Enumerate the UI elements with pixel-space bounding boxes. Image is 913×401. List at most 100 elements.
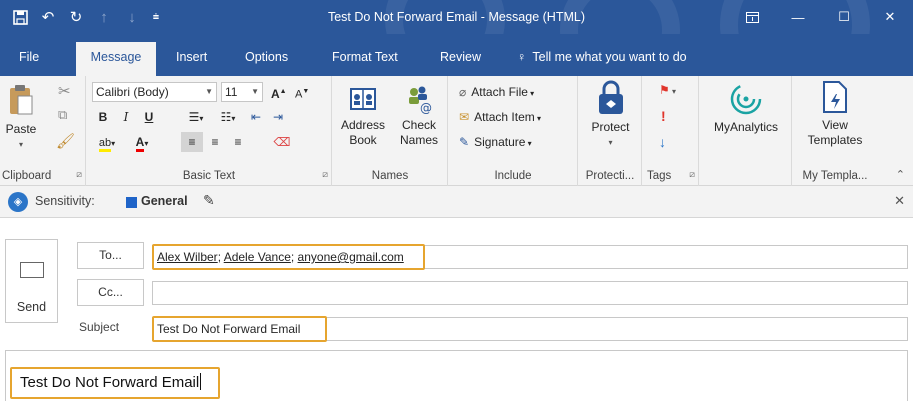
tab-file[interactable]: File (10, 42, 48, 76)
paste-label: Paste (5, 122, 37, 136)
attach-item-button[interactable]: ✉ Attach Item ▾ (459, 107, 541, 127)
maximize-icon[interactable]: ☐ (821, 0, 867, 34)
recipient[interactable]: Alex Wilber (157, 250, 218, 264)
check-names-label-1: Check (401, 118, 436, 132)
signature-label: Signature (474, 135, 526, 149)
group-clipboard: Paste ▾ ✂ ⧉ 🖌 Clipboard ⧄ (0, 76, 86, 186)
cc-button[interactable]: Cc... (77, 279, 144, 306)
sensitivity-value[interactable]: General (141, 194, 188, 208)
font-color-button[interactable]: A▾ (127, 132, 157, 152)
tab-message[interactable]: Message (76, 42, 156, 76)
sensitivity-label: Sensitivity: (35, 194, 95, 208)
low-importance-icon[interactable]: ↓ (659, 132, 666, 152)
basic-text-launcher-icon[interactable]: ⧄ (322, 169, 328, 180)
font-name-value: Calibri (Body) (96, 85, 169, 99)
collapse-ribbon-icon[interactable]: ⌃ (896, 168, 905, 181)
minimize-icon[interactable]: — (775, 0, 821, 34)
follow-up-button[interactable]: ⚑ ▾ (659, 80, 676, 100)
attach-file-button[interactable]: ⌀ Attach File ▾ (459, 82, 534, 102)
bullet-list-icon: ☰ (188, 110, 200, 124)
title-bar: ↶ ↻ ↑ ↓ ⩧ Test Do Not Forward Email - Me… (0, 0, 913, 34)
group-label-clipboard: Clipboard (2, 170, 52, 182)
view-templates-label-1: View (822, 118, 848, 132)
tags-launcher-icon[interactable]: ⧄ (689, 169, 695, 180)
increase-indent-icon[interactable]: ⇥ (267, 107, 289, 127)
check-names-button[interactable]: @ Check Names (393, 84, 445, 148)
recipient[interactable]: anyone@gmail.com (298, 250, 404, 264)
signature-icon: ✎ (459, 135, 470, 149)
address-book-button[interactable]: Address Book (337, 84, 389, 148)
align-center-icon[interactable]: ≡ (204, 132, 226, 152)
to-field[interactable]: Alex Wilber; Adele Vance; anyone@gmail.c… (152, 245, 908, 269)
protect-label: Protect (591, 120, 630, 134)
group-label-names: Names (371, 170, 409, 182)
to-button[interactable]: To... (77, 242, 144, 269)
chevron-down-icon: ▼ (251, 87, 259, 96)
italic-button[interactable]: I (115, 107, 137, 127)
protect-button[interactable]: Protect ▾ (583, 80, 638, 150)
sensitivity-color-square (126, 197, 137, 208)
envelope-icon (20, 262, 44, 278)
group-protection: Protect ▾ Protecti... (579, 76, 642, 186)
view-templates-label-2: Templates (807, 133, 863, 147)
tab-review[interactable]: Review (431, 42, 490, 76)
edit-pencil-icon[interactable]: ✎ (203, 192, 215, 209)
protect-dropdown-icon: ▾ (608, 138, 613, 147)
tab-format-text[interactable]: Format Text (323, 42, 407, 76)
sensitivity-icon: ◈ (8, 192, 28, 212)
align-left-icon[interactable]: ≡ (181, 132, 203, 152)
grow-font-button[interactable]: A▲ (271, 82, 287, 102)
group-include: ⌀ Attach File ▾ ✉ Attach Item ▾ ✎ Signature… (449, 76, 578, 186)
body-text: Test Do Not Forward Email (20, 373, 202, 391)
cc-field[interactable] (152, 281, 908, 305)
group-names: Address Book @ Check Names Names (333, 76, 448, 186)
format-painter-icon[interactable]: 🖌 (56, 132, 75, 150)
text-caret (200, 373, 202, 390)
flag-icon: ⚑ (659, 83, 670, 97)
subject-field[interactable]: Test Do Not Forward Email (152, 317, 908, 341)
shrink-font-button[interactable]: A▼ (295, 82, 309, 102)
subject-label: Subject (79, 320, 120, 334)
ribbon-tabs: File Message Insert Options Format Text … (0, 34, 913, 76)
check-names-label-2: Names (399, 133, 438, 147)
font-size-combo[interactable]: 11 ▼ (221, 82, 263, 102)
lock-icon (598, 80, 623, 114)
tell-me-label: Tell me what you want to do (532, 50, 687, 64)
clipboard-launcher-icon[interactable]: ⧄ (76, 169, 82, 180)
group-tags: ⚑ ▾ ! ↓ Tags ⧄ (643, 76, 699, 186)
bullets-button[interactable]: ☰▾ (181, 107, 211, 127)
recipient[interactable]: Adele Vance (224, 250, 291, 264)
decrease-indent-icon[interactable]: ⇤ (245, 107, 267, 127)
paperclip-icon: ⌀ (459, 85, 467, 99)
numbering-button[interactable]: ☷▾ (213, 107, 243, 127)
myanalytics-button[interactable]: MyAnalytics (704, 82, 788, 135)
address-book-label-2: Book (349, 133, 377, 147)
numbered-list-icon: ☷ (220, 110, 232, 124)
tab-options[interactable]: Options (236, 42, 297, 76)
highlighter-icon: ab (98, 137, 112, 152)
copy-icon[interactable]: ⧉ (58, 107, 67, 123)
ribbon-display-options-icon[interactable] (729, 0, 775, 34)
bold-button[interactable]: B (92, 107, 114, 127)
attach-file-label: Attach File (471, 85, 528, 99)
tell-me-search[interactable]: ♀ Tell me what you want to do (508, 42, 696, 76)
group-label-protection: Protecti... (585, 170, 635, 182)
close-icon[interactable]: ✕ (894, 193, 905, 209)
group-myanalytics: MyAnalytics (700, 76, 792, 186)
view-templates-button[interactable]: View Templates (797, 80, 873, 148)
tab-insert[interactable]: Insert (167, 42, 216, 76)
high-importance-icon[interactable]: ! (661, 106, 666, 126)
highlight-button[interactable]: ab▾ (92, 132, 122, 152)
sensitivity-bar: ◈ Sensitivity: General ✎ ✕ (0, 186, 913, 218)
close-icon[interactable]: ✕ (867, 0, 913, 34)
paste-button[interactable]: Paste ▾ (4, 84, 38, 152)
signature-button[interactable]: ✎ Signature ▾ (459, 132, 532, 152)
send-button[interactable]: Send (5, 239, 58, 323)
align-right-icon[interactable]: ≡ (227, 132, 249, 152)
font-name-combo[interactable]: Calibri (Body) ▼ (92, 82, 217, 102)
cut-icon[interactable]: ✂ (58, 82, 71, 100)
underline-button[interactable]: U (138, 107, 160, 127)
clear-formatting-icon[interactable]: ⌫ (271, 132, 293, 152)
lightbulb-icon: ♀ (517, 50, 527, 64)
clipboard-icon (10, 85, 33, 115)
